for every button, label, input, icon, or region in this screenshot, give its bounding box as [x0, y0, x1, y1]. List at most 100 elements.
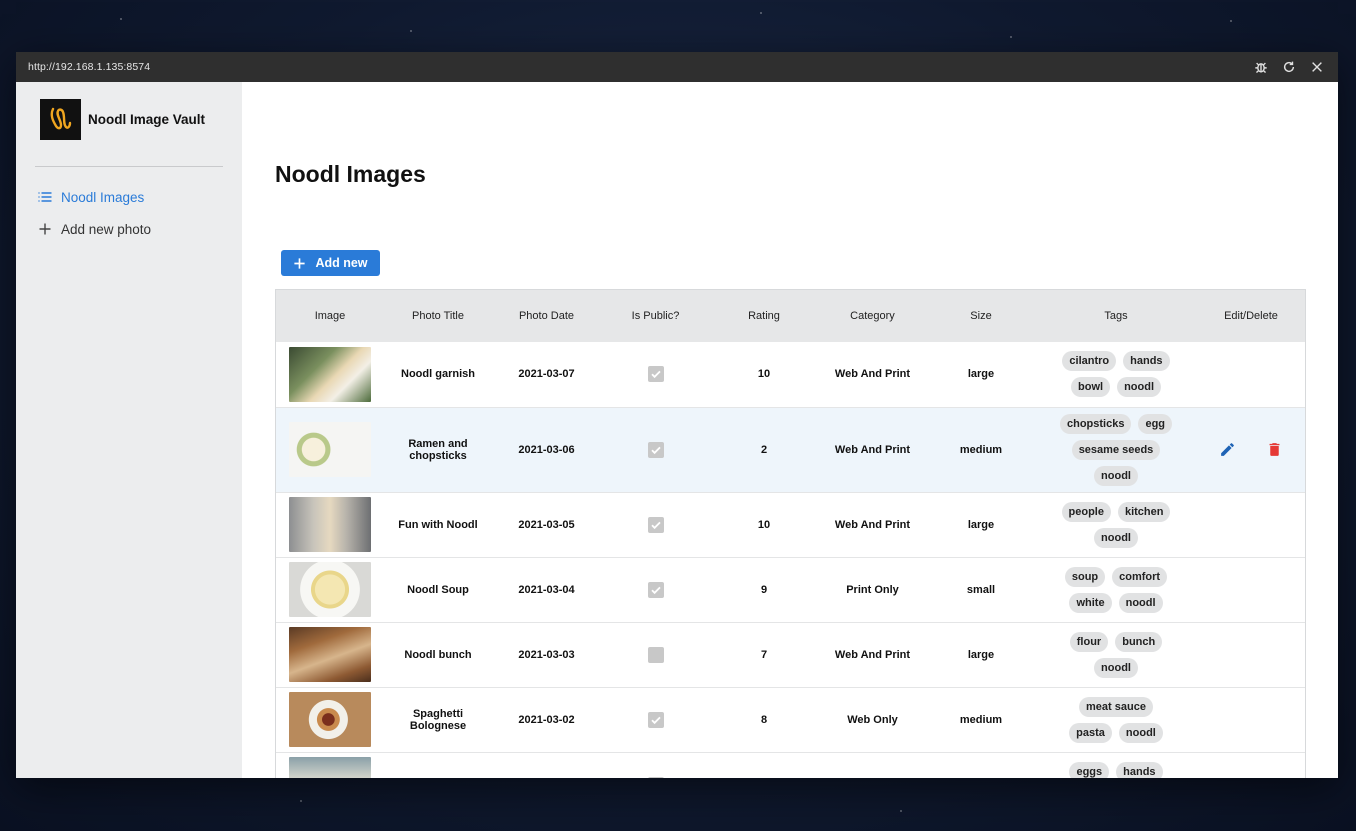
sidebar-item-add-new-photo[interactable]: Add new photo — [16, 213, 242, 245]
tags-cell: chopsticks egg sesame seeds noodl — [1035, 407, 1197, 493]
photo-date-cell — [492, 752, 601, 778]
photo-date-cell: 2021-03-04 — [492, 557, 601, 623]
size-cell — [927, 752, 1035, 778]
category-cell: Web And Print — [818, 407, 927, 493]
photo-thumbnail[interactable] — [289, 627, 371, 682]
edit-delete-cell — [1197, 342, 1305, 408]
tags-cell: meat sauce pasta noodl — [1035, 687, 1197, 753]
table-row[interactable]: Noodl Soup 2021-03-04 9 Print Only small… — [276, 557, 1305, 623]
photo-thumbnail[interactable] — [289, 422, 371, 477]
tag-chip: soup — [1064, 566, 1106, 587]
column-header-is-public[interactable]: Is Public? — [601, 290, 710, 342]
photo-thumbnail[interactable] — [289, 692, 371, 747]
photo-title-cell: Fun with Noodl — [384, 492, 492, 558]
category-cell — [818, 752, 927, 778]
category-cell: Print Only — [818, 557, 927, 623]
plus-icon — [39, 223, 51, 235]
add-new-button[interactable]: Add new — [281, 250, 380, 276]
delete-icon[interactable] — [1266, 441, 1283, 458]
table-row[interactable]: Fun with Noodl 2021-03-05 10 Web And Pri… — [276, 492, 1305, 558]
photo-date-cell: 2021-03-06 — [492, 407, 601, 493]
photo-title-cell — [384, 752, 492, 778]
tag-chip: bowl — [1071, 377, 1111, 398]
browser-titlebar: http://192.168.1.135:8574 — [16, 52, 1338, 82]
check-icon — [650, 586, 661, 594]
table-header-row: Image Photo Title Photo Date Is Public? … — [276, 290, 1305, 342]
is-public-checkbox[interactable] — [647, 516, 664, 533]
table-row[interactable]: Noodl garnish 2021-03-07 10 Web And Prin… — [276, 342, 1305, 408]
is-public-checkbox[interactable] — [647, 776, 664, 778]
is-public-checkbox[interactable] — [647, 646, 664, 663]
column-header-size[interactable]: Size — [927, 290, 1035, 342]
plus-icon — [294, 257, 306, 269]
edit-delete-cell — [1197, 752, 1305, 778]
brand: Noodl Image Vault — [16, 98, 242, 140]
images-table: Image Photo Title Photo Date Is Public? … — [275, 289, 1306, 778]
tag-chip: white — [1069, 592, 1112, 613]
rating-cell: 9 — [710, 557, 818, 623]
is-public-cell — [601, 407, 710, 493]
table-row[interactable]: eggs hands — [276, 752, 1305, 778]
main-content: Noodl Images Add new Image Photo Title P… — [242, 82, 1338, 778]
tag-chip: noodl — [1117, 377, 1161, 398]
tag-chip: meat sauce — [1079, 696, 1153, 717]
category-cell: Web Only — [818, 687, 927, 753]
photo-title-cell: Noodl garnish — [384, 342, 492, 408]
tag-chip: sesame seeds — [1071, 439, 1161, 460]
size-cell: large — [927, 342, 1035, 408]
tag-chip: noodl — [1118, 722, 1163, 743]
photo-title-cell: Noodl Soup — [384, 557, 492, 623]
is-public-checkbox[interactable] — [647, 366, 664, 383]
edit-delete-cell — [1197, 622, 1305, 688]
url-text: http://192.168.1.135:8574 — [28, 61, 151, 73]
column-header-edit-delete[interactable]: Edit/Delete — [1197, 290, 1305, 342]
category-cell: Web And Print — [818, 622, 927, 688]
image-cell — [276, 752, 384, 778]
table-row[interactable]: Ramen and chopsticks 2021-03-06 2 Web An… — [276, 407, 1305, 493]
is-public-cell — [601, 342, 710, 408]
tag-chip: noodl — [1118, 592, 1163, 613]
photo-title-cell: Noodl bunch — [384, 622, 492, 688]
photo-date-cell: 2021-03-02 — [492, 687, 601, 753]
page-title: Noodl Images — [275, 161, 426, 187]
tag-chip: cilantro — [1062, 351, 1117, 372]
check-icon — [650, 521, 661, 529]
sidebar-item-noodl-images[interactable]: Noodl Images — [16, 181, 242, 213]
edit-delete-cell — [1197, 687, 1305, 753]
is-public-checkbox[interactable] — [647, 711, 664, 728]
edit-delete-cell — [1197, 492, 1305, 558]
is-public-cell — [601, 687, 710, 753]
tags-cell: cilantro hands bowl noodl — [1035, 342, 1197, 408]
tag-chip: eggs — [1069, 761, 1110, 778]
column-header-tags[interactable]: Tags — [1035, 290, 1197, 342]
tag-chip: egg — [1138, 413, 1173, 434]
reload-icon[interactable] — [1280, 58, 1298, 76]
category-cell: Web And Print — [818, 492, 927, 558]
tag-chip: comfort — [1112, 566, 1168, 587]
column-header-category[interactable]: Category — [818, 290, 927, 342]
edit-delete-cell — [1197, 407, 1305, 493]
browser-window: http://192.168.1.135:8574 Noodl Image Va… — [16, 52, 1338, 778]
column-header-image[interactable]: Image — [276, 290, 384, 342]
photo-thumbnail[interactable] — [289, 346, 371, 402]
table-row[interactable]: Spaghetti Bolognese 2021-03-02 8 Web Onl… — [276, 687, 1305, 753]
close-icon[interactable] — [1308, 58, 1326, 76]
rating-cell: 8 — [710, 687, 818, 753]
column-header-photo-date[interactable]: Photo Date — [492, 290, 601, 342]
edit-icon[interactable] — [1219, 441, 1236, 458]
is-public-checkbox[interactable] — [647, 441, 664, 458]
column-header-photo-title[interactable]: Photo Title — [384, 290, 492, 342]
table-row[interactable]: Noodl bunch 2021-03-03 7 Web And Print l… — [276, 622, 1305, 688]
size-cell: small — [927, 557, 1035, 623]
tag-chip: hands — [1123, 351, 1170, 372]
tag-chip: bunch — [1115, 631, 1163, 652]
tag-chip: noodl — [1094, 657, 1138, 678]
column-header-rating[interactable]: Rating — [710, 290, 818, 342]
is-public-checkbox[interactable] — [647, 581, 664, 598]
photo-thumbnail[interactable] — [289, 497, 371, 552]
size-cell: large — [927, 622, 1035, 688]
tags-cell: flour bunch noodl — [1035, 622, 1197, 688]
photo-thumbnail[interactable] — [289, 562, 371, 617]
photo-thumbnail[interactable] — [289, 757, 371, 778]
bug-icon[interactable] — [1252, 58, 1270, 76]
